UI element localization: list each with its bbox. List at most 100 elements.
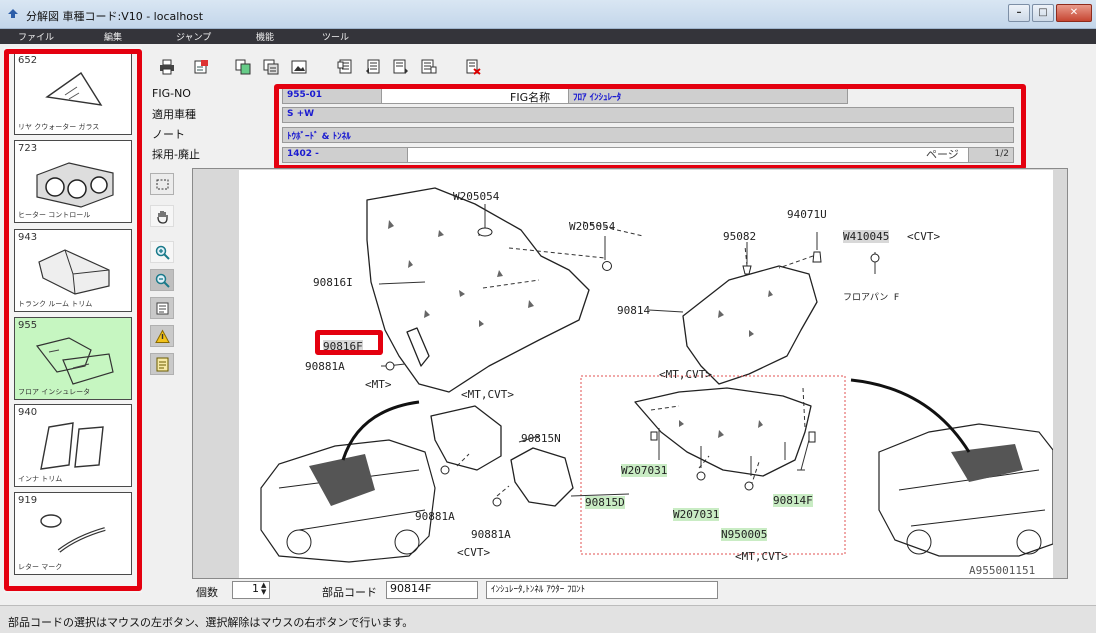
part-name-value: ｲﾝｼｭﾚｰﾀ,ﾄﾝﾈﾙ ｱｳﾀｰ ﾌﾛﾝﾄ	[491, 585, 586, 595]
menu-jump[interactable]: ジャンプ	[176, 30, 211, 43]
thumbnail-652[interactable]: 652 リヤ クウォーター ガラス	[14, 52, 132, 135]
adopt-spacer	[408, 147, 968, 163]
qty-label: 個数	[196, 586, 218, 599]
thumbnail-955[interactable]: 955 フロア インシュレータ	[14, 317, 132, 400]
thumbnail-919[interactable]: 919 レター マーク	[14, 492, 132, 575]
label-90816f[interactable]: 90816F	[323, 340, 363, 353]
thumbnail-940[interactable]: 940 インナ トリム	[14, 404, 132, 487]
label-w205054-top[interactable]: W205054	[453, 190, 499, 203]
copy-icon	[235, 59, 251, 75]
label-mt-cvt-mid: <MT,CVT>	[461, 388, 514, 401]
label-90816i[interactable]: 90816I	[313, 276, 353, 289]
inner-trim-icon	[40, 422, 104, 470]
print-icon	[160, 59, 174, 75]
zoom-in-button[interactable]	[150, 241, 174, 263]
label-90881a-low1[interactable]: 90881A	[415, 510, 455, 523]
thumbnail-723[interactable]: 723 ヒーター コントロール	[14, 140, 132, 223]
label-w207031-b[interactable]: W207031	[673, 508, 720, 521]
page-prev-button[interactable]	[362, 55, 384, 79]
adopt-label: 採用-廃止	[152, 148, 200, 161]
label-w410045[interactable]: W410045	[843, 230, 890, 243]
status-bar: 部品コードの選択はマウスの左ボタン、選択解除はマウスの右ボタンで行います。	[0, 605, 1096, 633]
label-90814f[interactable]: 90814F	[773, 494, 813, 507]
label-90881a-low2[interactable]: 90881A	[471, 528, 511, 541]
menu-bar: ファイル 編集 ジャンプ 機能 ツール	[0, 29, 1096, 44]
status-message: 部品コードの選択はマウスの左ボタン、選択解除はマウスの右ボタンで行います。	[8, 616, 414, 629]
label-mt-tag: <MT>	[365, 378, 392, 391]
page-next-icon	[393, 59, 408, 74]
note-field: ﾄｳﾎﾞｰﾄﾞ & ﾄﾝﾈﾙ	[282, 127, 1014, 143]
window-title: 分解図 車種コード:V10 - localhost	[26, 10, 204, 23]
qty-value: 1	[252, 582, 259, 595]
fit-page-button[interactable]	[150, 297, 174, 319]
label-90814[interactable]: 90814	[617, 304, 650, 317]
label-94071u[interactable]: 94071U	[787, 208, 827, 221]
fig-name-field: ﾌﾛｱ ｲﾝｼｭﾚｰﾀ	[568, 88, 848, 104]
thumbnail-name: トランク ルーム トリム	[18, 300, 93, 308]
vehicle-field: S +W	[282, 107, 1014, 123]
notes-button[interactable]	[150, 353, 174, 375]
label-w207031-a[interactable]: W207031	[621, 464, 668, 477]
label-90881a-top[interactable]: 90881A	[305, 360, 345, 373]
print-settings-icon	[194, 60, 208, 74]
thumbnail-code: 943	[18, 232, 38, 243]
label-90815n[interactable]: 90815N	[521, 432, 561, 445]
warning-icon	[155, 329, 170, 343]
maximize-button[interactable]: □	[1032, 4, 1054, 22]
minimize-button[interactable]: –	[1008, 4, 1030, 22]
part-code-value: 90814F	[390, 582, 432, 595]
duplicate-button[interactable]	[260, 55, 282, 79]
zoom-out-button[interactable]	[150, 269, 174, 291]
zoom-out-icon	[155, 273, 170, 288]
window-controls: – □ ✕	[1008, 4, 1092, 22]
select-rect-button[interactable]	[150, 173, 174, 195]
print-button[interactable]	[156, 55, 178, 79]
menu-file[interactable]: ファイル	[18, 30, 54, 43]
floor-insulator-icon	[35, 337, 114, 385]
part-code-label: 部品コード	[322, 586, 377, 599]
image-button[interactable]	[288, 55, 310, 79]
note-value: ﾄｳﾎﾞｰﾄﾞ & ﾄﾝﾈﾙ	[287, 132, 351, 142]
thumbnail-code: 940	[18, 407, 38, 418]
copy-button[interactable]	[232, 55, 254, 79]
diagram-sheet[interactable]: W205054 W205054 94071U 95082 W410045 <CV…	[239, 170, 1053, 578]
page-last-icon	[421, 59, 437, 74]
qty-spinner-icon[interactable]: ▲ ▼	[261, 582, 266, 596]
label-95082[interactable]: 95082	[723, 230, 756, 243]
page-first-button[interactable]	[334, 55, 356, 79]
label-w205054-mid[interactable]: W205054	[569, 220, 615, 233]
label-cvt-tag: <CVT>	[907, 230, 941, 243]
label-n950005[interactable]: N950005	[721, 528, 768, 541]
thumbnail-panel: 652 リヤ クウォーター ガラス 723 ヒーター コントロール 943 トラ…	[4, 47, 142, 593]
page-value: 1/2	[994, 149, 1009, 159]
part-info-row: 個数 1 ▲ ▼ 部品コード 90814F ｲﾝｼｭﾚｰﾀ,ﾄﾝﾈﾙ ｱｳﾀｰ ﾌ…	[140, 580, 1090, 602]
thumbnail-943[interactable]: 943 トランク ルーム トリム	[14, 229, 132, 312]
rear-quarter-glass-icon	[45, 72, 103, 106]
pan-hand-icon	[157, 211, 168, 224]
page-last-button[interactable]	[418, 55, 440, 79]
print-settings-button[interactable]	[190, 55, 212, 79]
label-floor-pan: フロアパン F	[843, 293, 900, 303]
close-button[interactable]: ✕	[1056, 4, 1092, 22]
fig-no-field: 955-01	[282, 88, 382, 104]
duplicate-icon	[263, 59, 279, 75]
page-first-icon	[337, 59, 352, 74]
note-label: ノート	[152, 128, 185, 141]
exploded-diagram-viewport[interactable]: W205054 W205054 94071U 95082 W410045 <CV…	[192, 168, 1068, 579]
menu-edit[interactable]: 編集	[104, 30, 122, 43]
menu-function[interactable]: 機能	[256, 30, 274, 43]
thumbnail-code: 955	[18, 320, 38, 331]
label-90815d[interactable]: 90815D	[585, 496, 625, 509]
menu-tools[interactable]: ツール	[322, 30, 349, 43]
warning-button[interactable]	[150, 325, 174, 347]
vehicle-value: S +W	[287, 109, 315, 119]
part-code-field[interactable]: 90814F	[386, 581, 478, 599]
thumbnail-name: レター マーク	[18, 563, 63, 571]
thumbnail-name: フロア インシュレータ	[18, 388, 91, 396]
zoom-in-icon	[155, 245, 170, 260]
exit-button[interactable]	[462, 55, 484, 79]
page-prev-icon	[366, 59, 380, 74]
pan-button[interactable]	[150, 205, 174, 227]
thumbnail-code: 652	[18, 55, 38, 66]
page-next-button[interactable]	[390, 55, 412, 79]
